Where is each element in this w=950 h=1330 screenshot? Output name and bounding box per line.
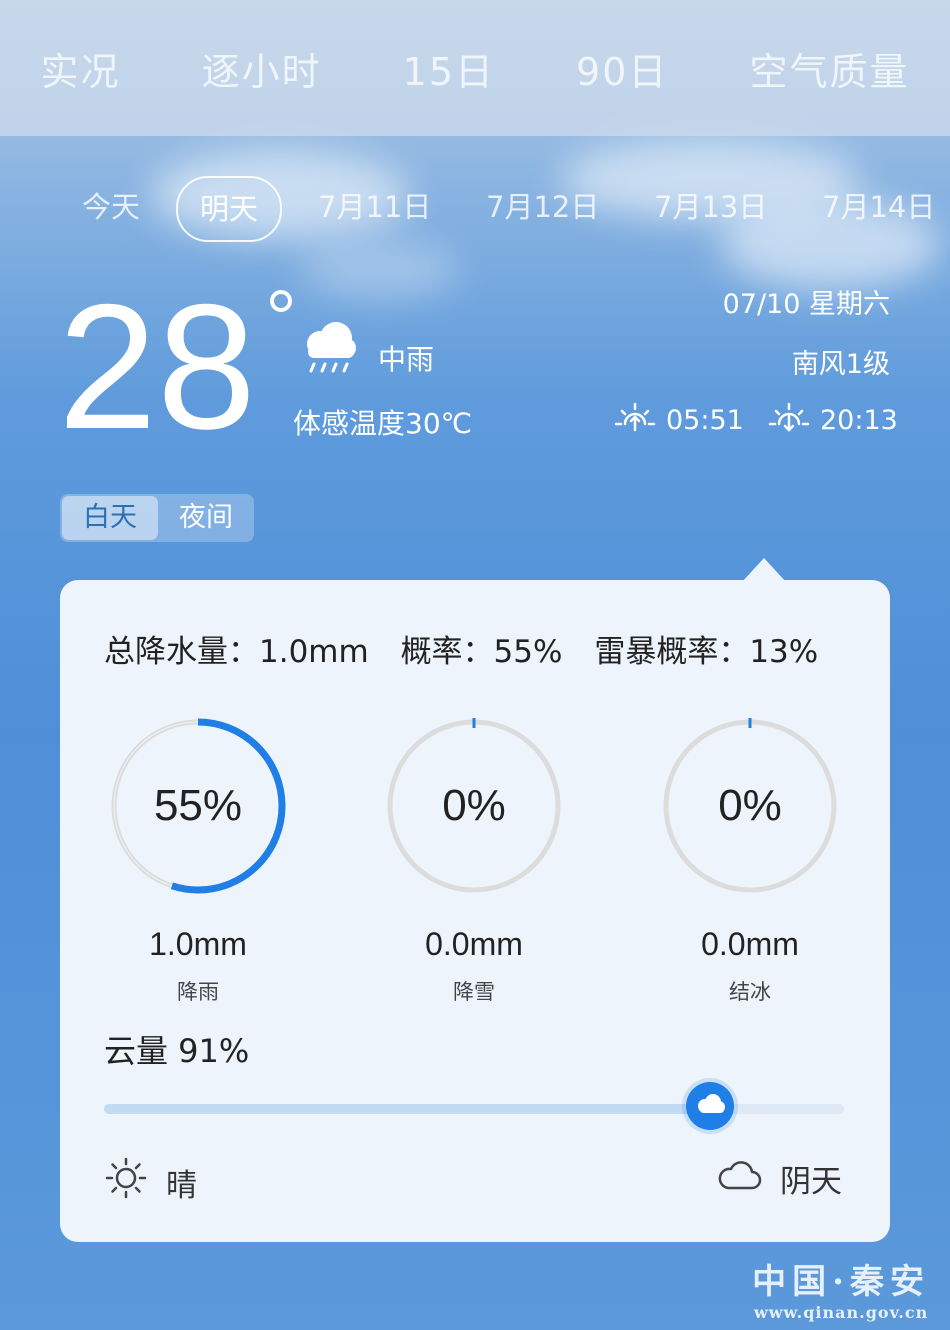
clear-label: 晴	[166, 1167, 197, 1204]
cloud-cover-indicator	[686, 1082, 735, 1130]
precip-summary: 总降水量：1.0mm 概率：55% 雷暴概率：13%	[104, 626, 840, 671]
segment-night[interactable]: 夜间	[158, 494, 254, 542]
tab-15-day[interactable]: 15日	[403, 41, 495, 96]
ice-amount: 0.0mm	[701, 926, 799, 962]
day-tab-jul-11[interactable]: 7月11日	[318, 176, 431, 238]
cloud-cover-fill	[104, 1104, 711, 1114]
ice-ring: 0%	[660, 716, 840, 896]
sunset: 20:13	[768, 402, 898, 439]
snow-ring: 0%	[384, 716, 564, 896]
segment-day[interactable]: 白天	[62, 496, 158, 540]
ice-percent: 0%	[718, 781, 782, 830]
overcast-end: 阴天	[716, 1156, 842, 1201]
day-tab-tomorrow[interactable]: 明天	[176, 176, 283, 242]
snow-label: 降雪	[453, 980, 495, 1004]
sunset-icon	[768, 402, 810, 439]
snow-percent: 0%	[442, 781, 506, 830]
day-tab-jul-14[interactable]: 7月14日	[822, 176, 935, 238]
rain-amount: 1.0mm	[149, 926, 247, 962]
sunrise-icon	[614, 402, 656, 439]
sun-icon	[104, 1156, 148, 1208]
card-pointer	[742, 558, 786, 582]
total-precip: 总降水量：1.0mm	[104, 634, 369, 670]
rain-cloud-icon	[298, 318, 360, 380]
day-tab-jul-13[interactable]: 7月13日	[654, 176, 767, 238]
snow-amount: 0.0mm	[425, 926, 523, 962]
watermark-url: www.qinan.gov.cn	[753, 1303, 929, 1322]
sunrise: 05:51	[614, 402, 744, 439]
temperature-value: 28	[58, 267, 256, 466]
wind-text: 南风1级	[791, 349, 890, 380]
top-tab-bar: 实况 逐小时 15日 90日 空气质量	[0, 0, 950, 136]
day-tab-jul-12[interactable]: 7月12日	[486, 176, 599, 238]
precip-probability: 概率：55%	[400, 634, 563, 670]
tab-hourly[interactable]: 逐小时	[202, 41, 322, 96]
rain-ring: 55%	[108, 716, 288, 896]
degree-symbol	[270, 290, 292, 312]
cloud-cover-label: 云量 91%	[104, 1032, 250, 1070]
clear-end: 晴	[104, 1156, 197, 1208]
ice-label: 结冰	[729, 980, 771, 1004]
day-night-toggle: 白天 夜间	[60, 494, 254, 542]
tab-air-quality[interactable]: 空气质量	[749, 41, 909, 96]
feels-like-text: 体感温度30℃	[293, 407, 473, 440]
date-text: 07/10 星期六	[722, 289, 890, 320]
day-tab-today[interactable]: 今天	[82, 176, 140, 238]
overcast-label: 阴天	[780, 1164, 842, 1200]
cloud-outline-icon	[716, 1158, 762, 1200]
sunrise-time: 05:51	[666, 405, 744, 436]
cloud-icon	[694, 1093, 726, 1119]
sunset-time: 20:13	[820, 405, 898, 436]
tab-90-day[interactable]: 90日	[576, 41, 668, 96]
tab-live[interactable]: 实况	[41, 41, 121, 96]
precipitation-card: 总降水量：1.0mm 概率：55% 雷暴概率：13% 55% 1.0mm 降雨 …	[60, 580, 890, 1242]
rain-label: 降雨	[177, 980, 219, 1004]
thunder-probability: 雷暴概率：13%	[594, 634, 819, 670]
condition-text: 中雨	[378, 343, 435, 376]
watermark-title: 中国·秦安	[752, 1262, 930, 1302]
rain-percent: 55%	[153, 781, 243, 830]
watermark-logo: 中国·秦安 www.qinan.gov.cn	[752, 1254, 930, 1322]
day-selector: 今天 明天 7月11日 7月12日 7月13日 7月14日	[0, 176, 950, 242]
